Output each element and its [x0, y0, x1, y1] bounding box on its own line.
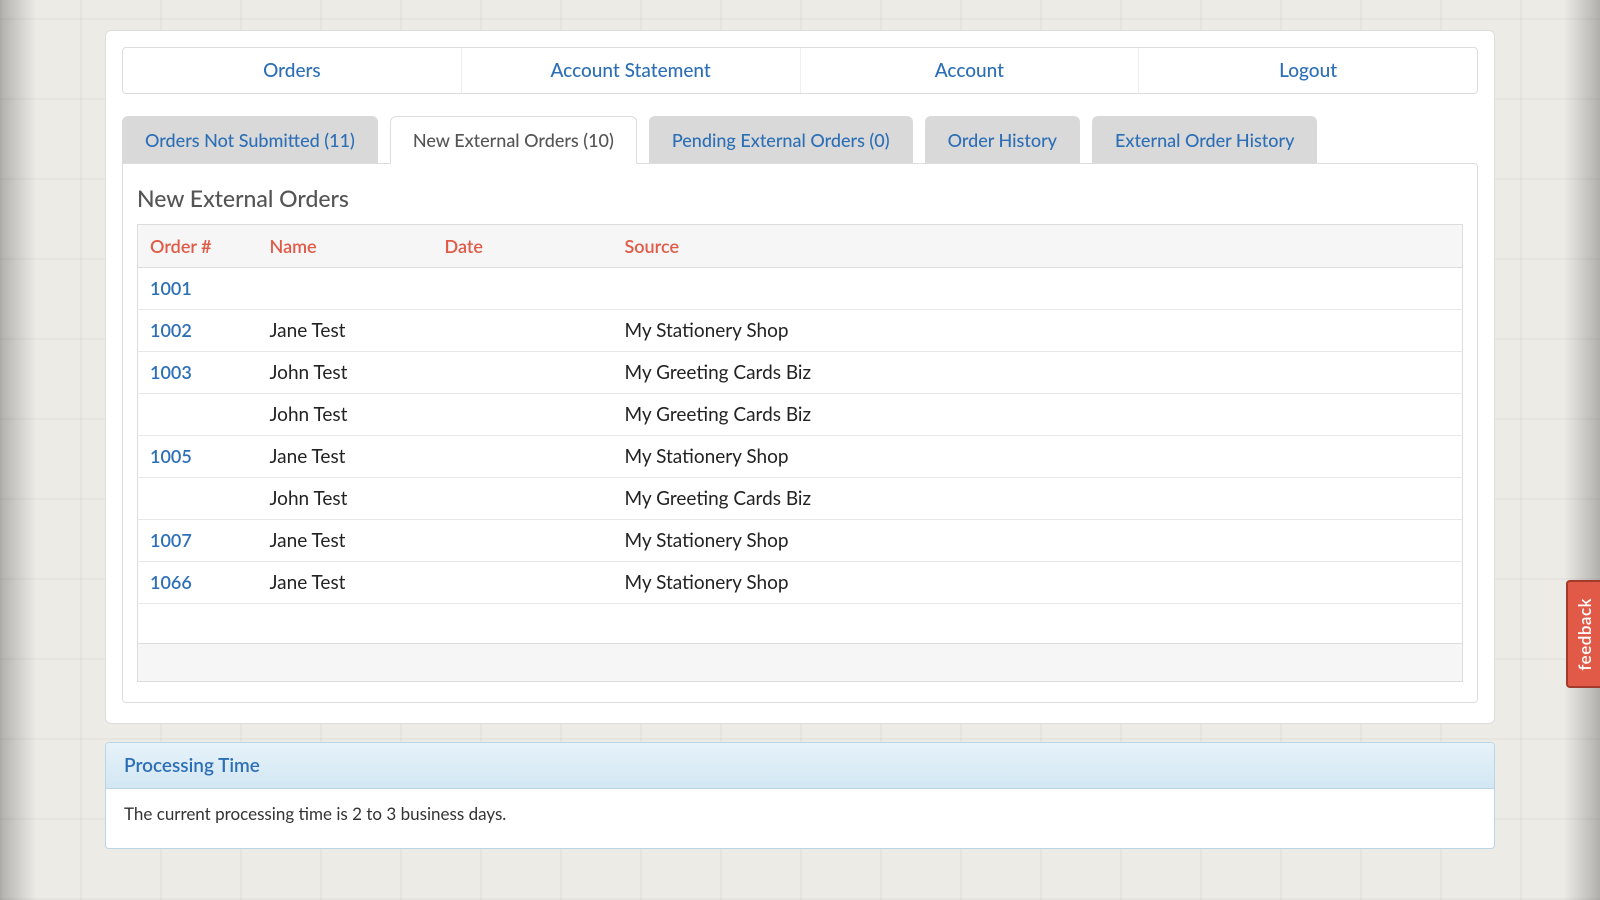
cell-name: John Test — [258, 394, 433, 436]
nav-orders[interactable]: Orders — [123, 48, 462, 93]
table-row: 1007 Jane Test My Stationery Shop — [138, 520, 1463, 562]
order-link[interactable]: 1002 — [150, 319, 192, 341]
cell-source: My Stationery Shop — [613, 562, 1463, 604]
main-card: Orders Account Statement Account Logout … — [105, 30, 1495, 724]
top-nav: Orders Account Statement Account Logout — [122, 47, 1478, 94]
cell-name — [258, 268, 433, 310]
orders-table: Order # Name Date Source 1001 1002 Jane Te… — [137, 224, 1463, 682]
tab-orders-not-submitted[interactable]: Orders Not Submitted (11) — [122, 116, 378, 164]
tab-pending-external-orders[interactable]: Pending External Orders (0) — [649, 116, 913, 164]
table-row: 1001 — [138, 268, 1463, 310]
page: Orders Account Statement Account Logout … — [55, 0, 1545, 900]
table-header-row: Order # Name Date Source — [138, 225, 1463, 268]
cell-date — [433, 520, 613, 562]
table-row: John Test My Greeting Cards Biz — [138, 478, 1463, 520]
processing-time-body: The current processing time is 2 to 3 bu… — [106, 789, 1494, 848]
cell-order: 1002 — [138, 310, 258, 352]
cell-date — [433, 310, 613, 352]
tab-new-external-orders[interactable]: New External Orders (10) — [390, 116, 637, 164]
cell-order: 1066 — [138, 562, 258, 604]
order-link[interactable]: 1003 — [150, 361, 192, 383]
section-title: New External Orders — [137, 184, 1463, 212]
nav-account[interactable]: Account — [801, 48, 1140, 93]
table-row: John Test My Greeting Cards Biz — [138, 394, 1463, 436]
cell-date — [433, 436, 613, 478]
order-link[interactable]: 1066 — [150, 571, 192, 593]
cell-order: 1007 — [138, 520, 258, 562]
page-shadow-right — [1564, 0, 1600, 900]
cell-source: My Stationery Shop — [613, 310, 1463, 352]
cell-name: John Test — [258, 478, 433, 520]
cell-date — [433, 352, 613, 394]
cell-source: My Greeting Cards Biz — [613, 478, 1463, 520]
cell-order: 1005 — [138, 436, 258, 478]
order-link[interactable]: 1005 — [150, 445, 192, 467]
cell-source: My Stationery Shop — [613, 520, 1463, 562]
tab-content: New External Orders Order # Name Date So… — [122, 163, 1478, 703]
table-footer-row — [138, 644, 1463, 682]
col-header-name[interactable]: Name — [258, 225, 433, 268]
cell-date — [433, 562, 613, 604]
nav-account-statement[interactable]: Account Statement — [462, 48, 801, 93]
cell-order — [138, 394, 258, 436]
cell-source — [613, 604, 1463, 644]
col-header-date[interactable]: Date — [433, 225, 613, 268]
feedback-tab[interactable]: feedback — [1566, 580, 1600, 688]
tab-external-order-history[interactable]: External Order History — [1092, 116, 1317, 164]
cell-source: My Greeting Cards Biz — [613, 352, 1463, 394]
order-link[interactable]: 1007 — [150, 529, 192, 551]
feedback-label: feedback — [1574, 598, 1595, 671]
cell-source: My Stationery Shop — [613, 436, 1463, 478]
cell-name: Jane Test — [258, 436, 433, 478]
table-row: 1005 Jane Test My Stationery Shop — [138, 436, 1463, 478]
col-header-source[interactable]: Source — [613, 225, 1463, 268]
cell-order: 1003 — [138, 352, 258, 394]
col-header-order[interactable]: Order # — [138, 225, 258, 268]
table-row: 1002 Jane Test My Stationery Shop — [138, 310, 1463, 352]
cell-order — [138, 478, 258, 520]
cell-date — [433, 478, 613, 520]
nav-logout[interactable]: Logout — [1139, 48, 1477, 93]
cell-name: John Test — [258, 352, 433, 394]
cell-date — [433, 268, 613, 310]
orders-tbody: 1001 1002 Jane Test My Stationery Shop 1003 J… — [138, 268, 1463, 644]
table-row — [138, 604, 1463, 644]
cell-date — [433, 394, 613, 436]
cell-order — [138, 604, 258, 644]
order-link[interactable]: 1001 — [150, 277, 192, 299]
processing-time-panel: Processing Time The current processing t… — [105, 742, 1495, 849]
cell-date — [433, 604, 613, 644]
cell-name: Jane Test — [258, 562, 433, 604]
page-shadow-left — [0, 0, 36, 900]
processing-time-title: Processing Time — [106, 743, 1494, 789]
cell-source: My Greeting Cards Biz — [613, 394, 1463, 436]
tab-bar: Orders Not Submitted (11) New External O… — [122, 116, 1478, 164]
cell-source — [613, 268, 1463, 310]
cell-name: Jane Test — [258, 310, 433, 352]
tab-order-history[interactable]: Order History — [925, 116, 1080, 164]
cell-name — [258, 604, 433, 644]
table-row: 1003 John Test My Greeting Cards Biz — [138, 352, 1463, 394]
cell-name: Jane Test — [258, 520, 433, 562]
cell-order: 1001 — [138, 268, 258, 310]
table-row: 1066 Jane Test My Stationery Shop — [138, 562, 1463, 604]
